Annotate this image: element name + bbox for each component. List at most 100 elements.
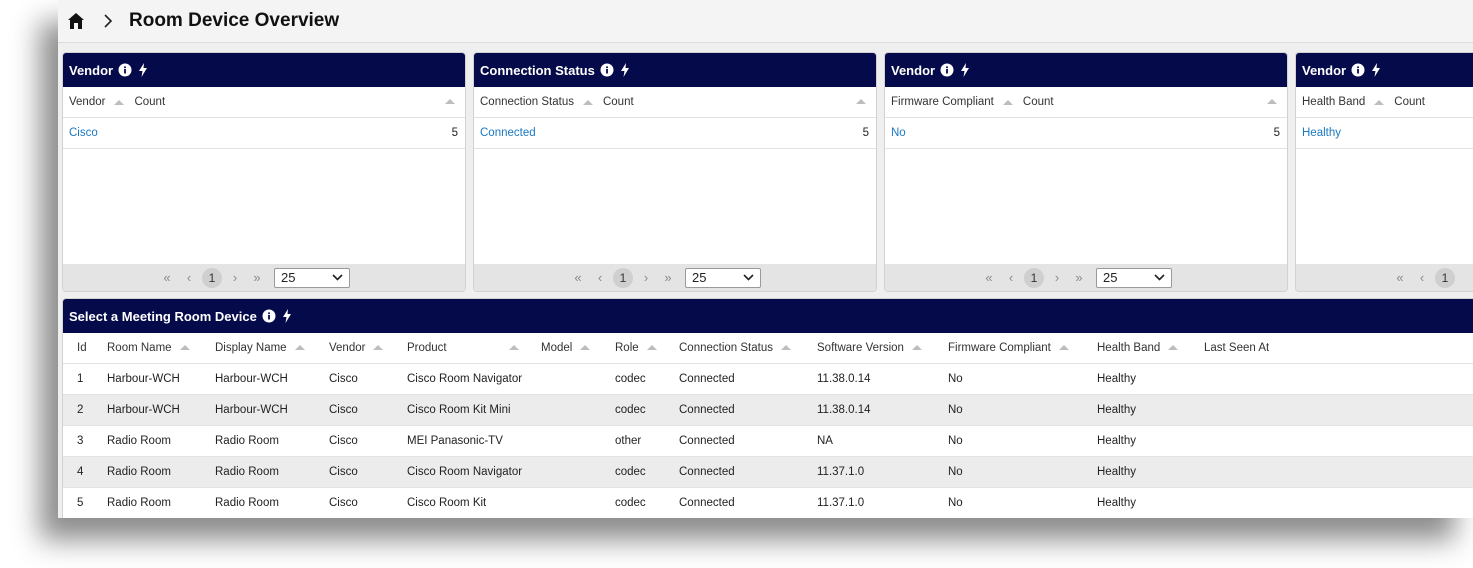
list-item[interactable]: No 5 xyxy=(885,118,1287,149)
column-header-count[interactable]: Count xyxy=(1394,96,1425,108)
column-header-label[interactable]: Vendor xyxy=(69,96,105,108)
cell-model xyxy=(541,456,615,488)
sort-asc-icon[interactable] xyxy=(646,344,657,350)
column-header-count[interactable]: Count xyxy=(1023,96,1054,108)
cell-last-seen-at xyxy=(1204,487,1473,518)
sort-asc-icon[interactable] xyxy=(179,344,190,350)
cell-software-version: 11.37.1.0 xyxy=(817,487,948,518)
first-page-button[interactable]: « xyxy=(567,270,589,285)
column-header-vendor[interactable]: Vendor xyxy=(329,333,407,364)
table-row[interactable]: 1 Harbour-WCH Harbour-WCH Cisco Cisco Room N… xyxy=(63,363,1473,395)
last-page-button[interactable]: » xyxy=(1068,270,1090,285)
sort-asc-icon[interactable] xyxy=(582,99,593,105)
info-icon[interactable] xyxy=(1351,63,1365,77)
bolt-icon[interactable] xyxy=(282,309,294,323)
column-header-health-band[interactable]: Health Band xyxy=(1097,333,1204,364)
current-page[interactable]: 1 xyxy=(1024,267,1044,288)
column-header-firmware-compliant[interactable]: Firmware Compliant xyxy=(948,333,1097,364)
table-row[interactable]: 3 Radio Room Radio Room Cisco MEI Panasonic-… xyxy=(63,425,1473,457)
table-row[interactable]: 2 Harbour-WCH Harbour-WCH Cisco Cisco Room K… xyxy=(63,394,1473,426)
sort-asc-icon[interactable] xyxy=(580,344,591,350)
info-icon[interactable] xyxy=(118,63,132,77)
column-header-label[interactable]: Connection Status xyxy=(480,96,574,108)
cell-connection-status: Connected xyxy=(679,487,817,518)
sort-asc-icon[interactable] xyxy=(1267,99,1277,104)
row-link[interactable]: Connected xyxy=(480,127,536,139)
prev-page-button[interactable]: ‹ xyxy=(589,270,611,285)
column-label: Id xyxy=(77,342,87,354)
last-page-button[interactable]: » xyxy=(246,270,268,285)
info-icon[interactable] xyxy=(940,63,954,77)
page-title: Room Device Overview xyxy=(129,10,340,31)
bolt-icon[interactable] xyxy=(138,63,150,77)
cell-room-name: Radio Room xyxy=(107,456,215,488)
page-size-value: 25 xyxy=(281,270,296,285)
list-item[interactable]: Healthy xyxy=(1296,118,1473,149)
sort-asc-icon[interactable] xyxy=(373,344,384,350)
current-page[interactable]: 1 xyxy=(202,267,222,288)
sort-asc-icon[interactable] xyxy=(911,344,922,350)
page-size-select[interactable]: 25 xyxy=(1096,267,1172,288)
prev-page-button[interactable]: ‹ xyxy=(1000,270,1022,285)
sort-asc-icon[interactable] xyxy=(1168,344,1179,350)
bolt-icon[interactable] xyxy=(620,63,632,77)
column-header-model[interactable]: Model xyxy=(541,333,615,364)
column-label: Role xyxy=(615,342,639,354)
table-row[interactable]: 4 Radio Room Radio Room Cisco Cisco Room Nav… xyxy=(63,456,1473,488)
column-header-row: Firmware Compliant Count xyxy=(885,87,1287,118)
sort-asc-icon[interactable] xyxy=(1058,344,1069,350)
page-size-select[interactable]: 25 xyxy=(685,267,761,288)
first-page-button[interactable]: « xyxy=(1389,270,1411,285)
column-label: Health Band xyxy=(1097,342,1161,354)
first-page-button[interactable]: « xyxy=(978,270,1000,285)
next-page-button[interactable]: › xyxy=(224,270,246,285)
sort-asc-icon[interactable] xyxy=(856,99,866,104)
next-page-button[interactable]: › xyxy=(1046,270,1068,285)
cell-vendor: Cisco xyxy=(329,425,407,457)
info-icon[interactable] xyxy=(262,309,276,323)
prev-page-button[interactable]: ‹ xyxy=(1411,270,1433,285)
chevron-down-icon xyxy=(743,274,754,281)
next-page-button[interactable]: › xyxy=(635,270,657,285)
column-header-label[interactable]: Health Band xyxy=(1302,96,1365,108)
device-table: Id Room Name Display Name Vendor Product… xyxy=(63,333,1473,518)
column-header-room-name[interactable]: Room Name xyxy=(107,333,215,364)
last-page-button[interactable]: » xyxy=(657,270,679,285)
sort-asc-icon[interactable] xyxy=(445,99,455,104)
list-item[interactable]: Connected 5 xyxy=(474,118,876,149)
column-header-id[interactable]: Id xyxy=(63,333,107,364)
column-header-product[interactable]: Product xyxy=(407,333,541,364)
sort-asc-icon[interactable] xyxy=(508,344,519,350)
column-header-software-version[interactable]: Software Version xyxy=(817,333,948,364)
current-page[interactable]: 1 xyxy=(613,267,633,288)
first-page-button[interactable]: « xyxy=(156,270,178,285)
info-icon[interactable] xyxy=(600,63,614,77)
cell-product: Cisco Room Kit Mini xyxy=(407,394,541,426)
column-header-role[interactable]: Role xyxy=(615,333,679,364)
prev-page-button[interactable]: ‹ xyxy=(178,270,200,285)
row-link[interactable]: Healthy xyxy=(1302,127,1341,139)
row-link[interactable]: No xyxy=(891,127,906,139)
sort-asc-icon[interactable] xyxy=(294,344,305,350)
bolt-icon[interactable] xyxy=(1371,63,1383,77)
cell-connection-status: Connected xyxy=(679,363,817,395)
list-item[interactable]: Cisco 5 xyxy=(63,118,465,149)
bolt-icon[interactable] xyxy=(960,63,972,77)
column-header-connection-status[interactable]: Connection Status xyxy=(679,333,817,364)
row-link[interactable]: Cisco xyxy=(69,127,98,139)
home-icon[interactable] xyxy=(67,11,87,31)
cell-display-name: Radio Room xyxy=(215,425,329,457)
column-header-count[interactable]: Count xyxy=(134,96,165,108)
sort-asc-icon[interactable] xyxy=(114,99,125,105)
column-header-last-seen-at[interactable]: Last Seen At xyxy=(1204,333,1473,364)
current-page[interactable]: 1 xyxy=(1435,267,1455,288)
sort-asc-icon[interactable] xyxy=(1002,99,1013,105)
page-size-select[interactable]: 25 xyxy=(274,267,350,288)
column-header-label[interactable]: Firmware Compliant xyxy=(891,96,994,108)
column-header-display-name[interactable]: Display Name xyxy=(215,333,329,364)
sort-asc-icon[interactable] xyxy=(1374,99,1385,105)
table-row[interactable]: 5 Radio Room Radio Room Cisco Cisco Room Kit… xyxy=(63,487,1473,518)
cell-product: Cisco Room Kit xyxy=(407,487,541,518)
column-header-count[interactable]: Count xyxy=(603,96,634,108)
sort-asc-icon[interactable] xyxy=(780,344,791,350)
